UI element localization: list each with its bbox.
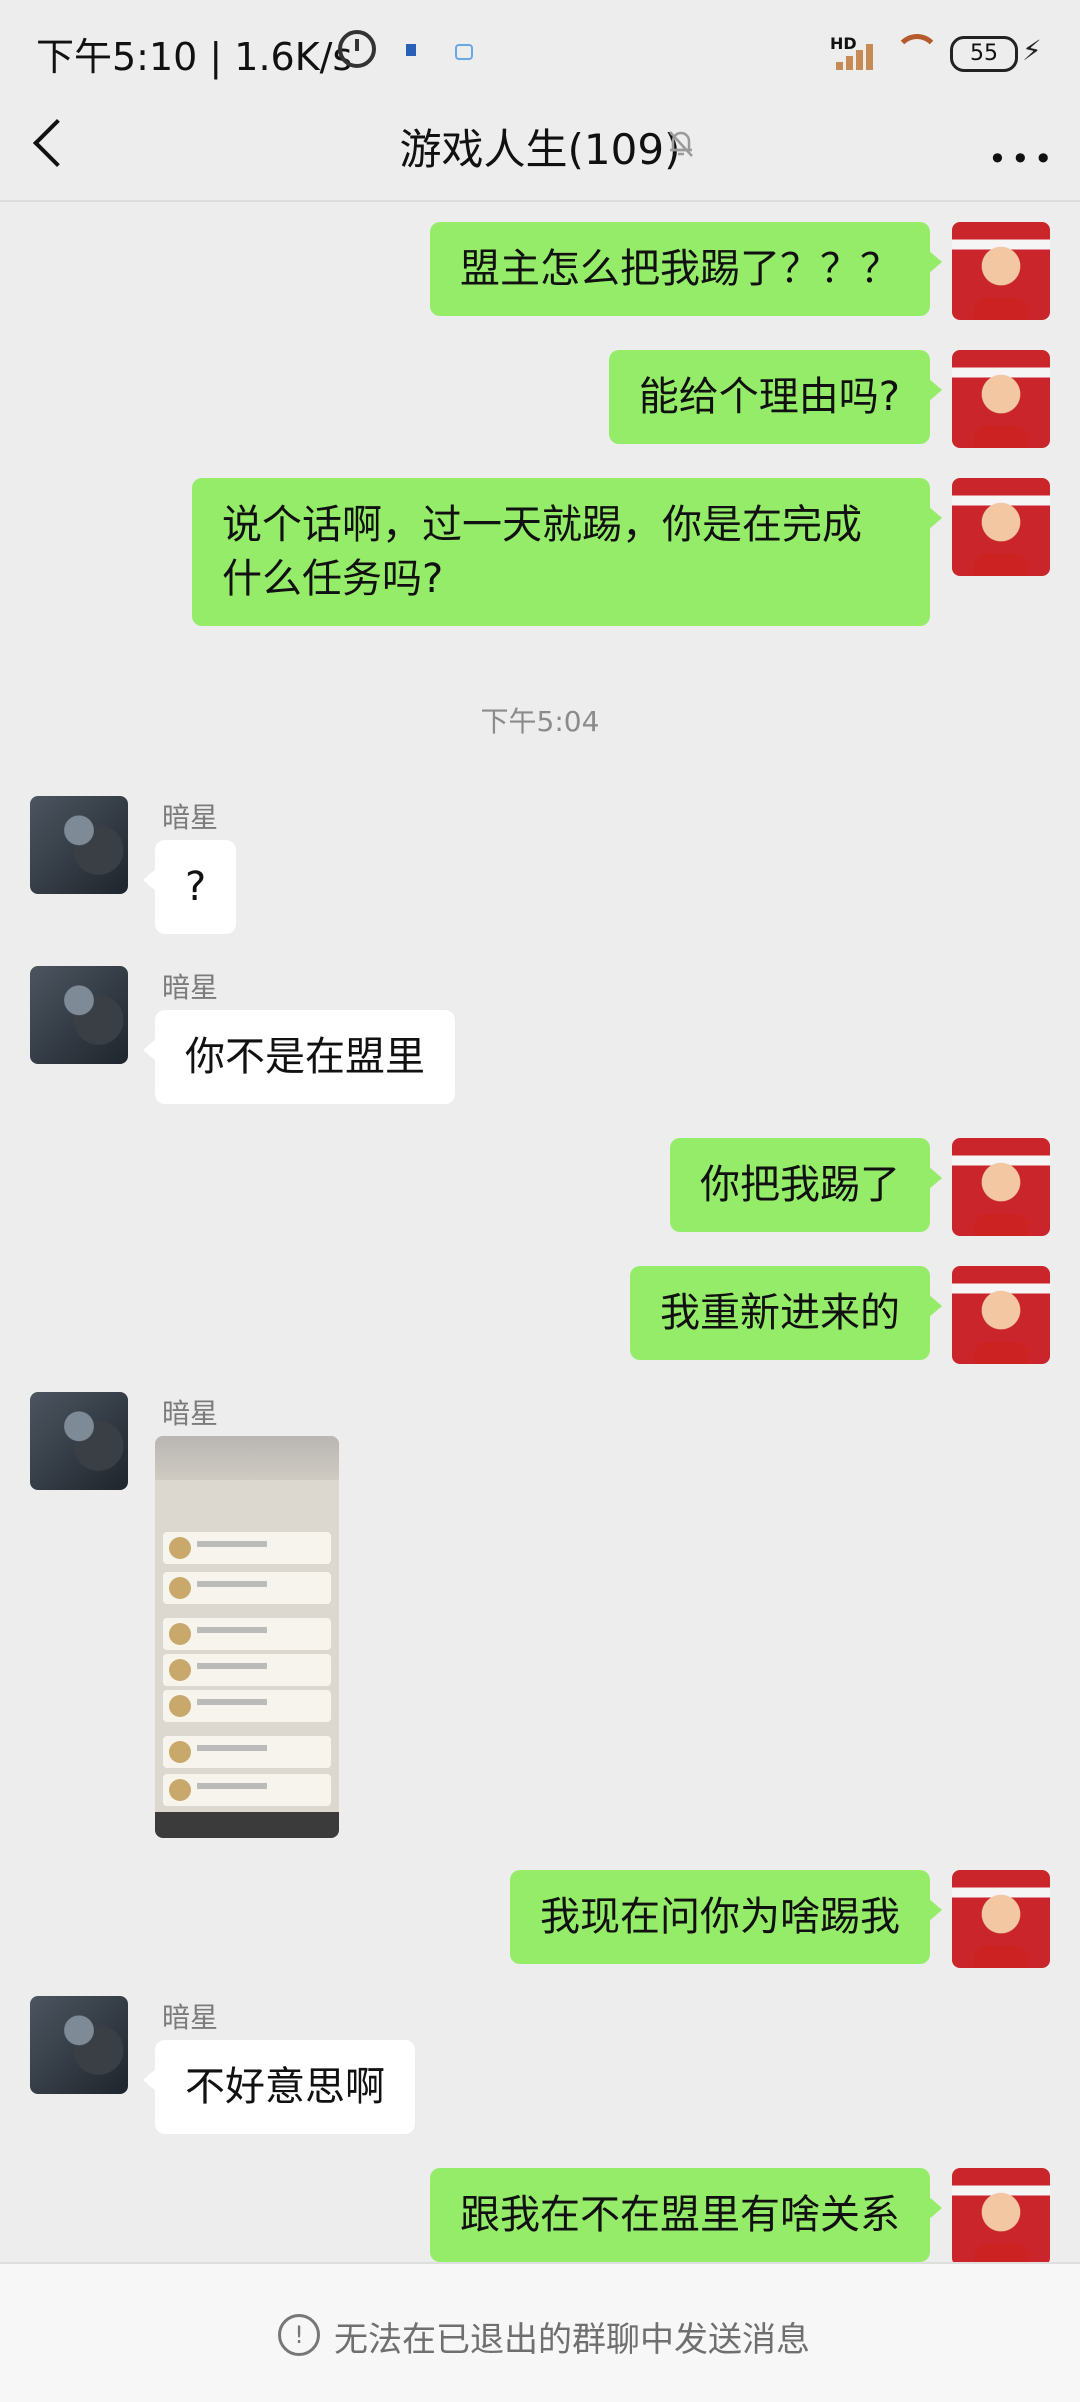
message-bubble-sent[interactable]: 跟我在不在盟里有啥关系 — [430, 2168, 942, 2262]
mute-bell-icon — [669, 131, 693, 157]
battery-icon: 55 — [950, 36, 1018, 72]
status-bar: 下午5:10 | 1.6K/s HD 55 ⚡ — [0, 0, 1080, 100]
sender-avatar[interactable] — [30, 1392, 128, 1490]
chat-title: 游戏人生(109) — [399, 125, 681, 174]
my-avatar[interactable] — [952, 1266, 1050, 1364]
message-bubble-sent[interactable]: 说个话啊，过一天就踢，你是在完成什么任务吗? — [192, 478, 942, 626]
app-notification-icon-2 — [455, 44, 473, 60]
image-thumbnail-row — [163, 1572, 331, 1604]
message-bubble-sent[interactable]: 我现在问你为啥踢我 — [510, 1870, 942, 1964]
header-divider — [0, 200, 1080, 202]
message-bubble-sent[interactable]: 能给个理由吗? — [608, 350, 943, 444]
sender-name: 暗星 — [162, 971, 219, 1004]
sender-avatar[interactable] — [30, 966, 128, 1064]
alarm-icon — [338, 30, 376, 68]
signal-icon — [836, 40, 878, 70]
message-timestamp: 下午5:04 — [480, 705, 600, 738]
image-thumbnail-header — [155, 1436, 339, 1480]
sender-name: 暗星 — [162, 801, 219, 834]
sender-name: 暗星 — [162, 1397, 219, 1430]
my-avatar[interactable] — [952, 478, 1050, 576]
sender-name: 暗星 — [162, 2001, 219, 2034]
message-bubble-received[interactable]: 你不是在盟里 — [143, 1010, 455, 1104]
image-thumbnail-row — [163, 1532, 331, 1564]
more-options-icon[interactable]: ••• — [988, 140, 1057, 178]
my-avatar[interactable] — [952, 350, 1050, 448]
image-thumbnail-row — [163, 1774, 331, 1806]
image-thumbnail-row — [163, 1736, 331, 1768]
chat-footer: ! 无法在已退出的群聊中发送消息 — [0, 2262, 1080, 2402]
message-bubble-received[interactable]: 不好意思啊 — [143, 2040, 415, 2134]
my-avatar[interactable] — [952, 1138, 1050, 1236]
app-notification-icon — [406, 44, 416, 56]
chat-header: 游戏人生(109) ••• — [0, 100, 1080, 200]
message-bubble-sent[interactable]: 你把我踢了 — [670, 1138, 942, 1232]
status-time: 下午5:10 | 1.6K/s — [36, 35, 353, 79]
message-bubble-received[interactable]: ? — [142, 840, 237, 934]
image-thumbnail-row — [163, 1654, 331, 1686]
my-avatar[interactable] — [952, 1870, 1050, 1968]
charging-icon: ⚡ — [1022, 34, 1042, 67]
sender-avatar[interactable] — [30, 796, 128, 894]
message-bubble-sent[interactable]: 我重新进来的 — [630, 1266, 942, 1360]
warning-icon: ! — [278, 2314, 320, 2356]
sender-avatar[interactable] — [30, 1996, 128, 2094]
wifi-icon — [894, 34, 940, 70]
image-thumbnail-row — [163, 1690, 331, 1722]
my-avatar[interactable] — [952, 2168, 1050, 2266]
message-bubble-sent[interactable]: 盟主怎么把我踢了？？？ — [430, 222, 942, 316]
image-thumbnail-row — [163, 1618, 331, 1650]
image-thumbnail-footer — [155, 1812, 339, 1838]
my-avatar[interactable] — [952, 222, 1050, 320]
image-message[interactable] — [155, 1436, 339, 1838]
exited-group-notice: 无法在已退出的群聊中发送消息 — [334, 2320, 810, 2360]
